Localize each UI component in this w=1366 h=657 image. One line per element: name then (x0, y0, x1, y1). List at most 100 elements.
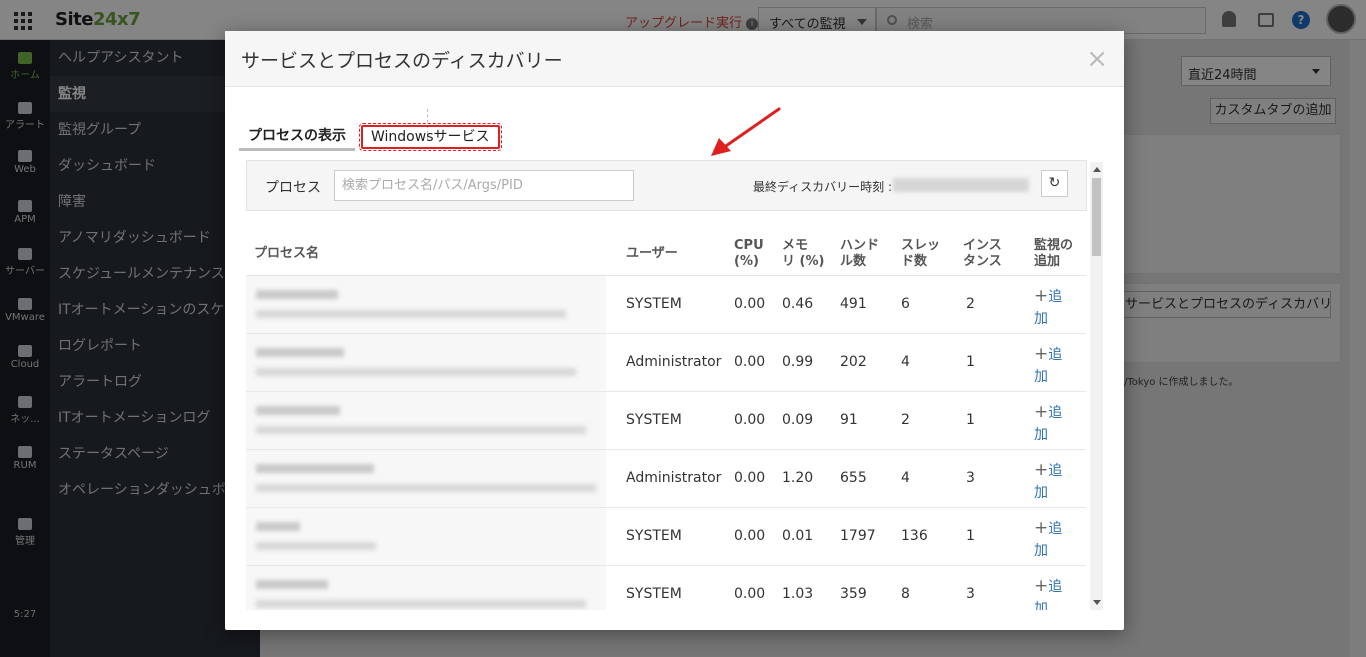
cell-cpu: 0.00 (734, 354, 766, 370)
add-label: 加 (1034, 427, 1048, 443)
process-name-cell (246, 508, 606, 565)
tab-process-view[interactable]: プロセスの表示 (239, 125, 355, 151)
table-row: SYSTEM 0.00 1.03 359 8 3 +追加 (246, 566, 1086, 610)
process-filter-bar: プロセス 最終ディスカバリー時刻 : ↻ (246, 160, 1087, 211)
col-handles[interactable]: ハンド ル数 (840, 238, 879, 270)
table-scrollbar[interactable] (1090, 162, 1103, 610)
cell-mem: 1.20 (782, 470, 814, 486)
redacted-process-path (256, 310, 566, 318)
redacted-process-name (256, 406, 340, 415)
cell-user: SYSTEM (626, 412, 682, 428)
add-monitor-link[interactable]: +追加 (1034, 575, 1062, 610)
cell-handles: 202 (840, 354, 867, 370)
cell-handles: 91 (840, 412, 858, 428)
redacted-process-name (256, 522, 300, 531)
cell-threads: 2 (901, 412, 910, 428)
add-label: 加 (1034, 601, 1048, 610)
cell-threads: 136 (901, 528, 928, 544)
add-label: 追 (1048, 463, 1063, 479)
redacted-process-path (256, 484, 596, 492)
add-label: 追 (1048, 405, 1063, 421)
process-name-cell (246, 450, 606, 507)
cell-instances: 2 (966, 296, 975, 312)
process-table: プロセス名 ユーザー CPU (%) メモリ (%) ハンド ル数 スレッ ド数 イン… (246, 230, 1086, 610)
scroll-thumb[interactable] (1092, 178, 1101, 256)
add-monitor-link[interactable]: +追加 (1034, 517, 1062, 562)
table-row: SYSTEM 0.00 0.09 91 2 1 +追加 (246, 392, 1086, 450)
redacted-process-name (256, 290, 338, 299)
close-icon[interactable]: × (1086, 45, 1108, 73)
modal-title: サービスとプロセスのディスカバリー (241, 50, 563, 72)
add-label: 追 (1048, 289, 1063, 305)
col-memory[interactable]: メモリ (%) (782, 238, 824, 270)
cell-handles: 359 (840, 586, 867, 602)
add-label: 追 (1048, 521, 1063, 537)
redacted-process-path (256, 600, 586, 608)
add-label: 加 (1034, 311, 1048, 327)
add-label: 追 (1048, 579, 1063, 595)
last-discovery-value (893, 178, 1029, 192)
cell-user: Administrator (626, 354, 722, 370)
cell-instances: 3 (966, 470, 975, 486)
add-monitor-link[interactable]: +追加 (1034, 285, 1062, 330)
add-monitor-link[interactable]: +追加 (1034, 343, 1062, 388)
cell-instances: 1 (966, 354, 975, 370)
discovery-modal: サービスとプロセスのディスカバリー × プロセスの表示 Windowsサービス … (225, 31, 1124, 630)
process-name-cell (246, 334, 606, 391)
cell-threads: 4 (901, 470, 910, 486)
cell-user: Administrator (626, 470, 722, 486)
cell-cpu: 0.00 (734, 412, 766, 428)
cell-cpu: 0.00 (734, 470, 766, 486)
add-label: 加 (1034, 543, 1048, 559)
cell-threads: 4 (901, 354, 910, 370)
add-label: 加 (1034, 485, 1048, 501)
tab-windows-services[interactable]: Windowsサービス (359, 123, 502, 151)
plus-icon: + (1034, 402, 1049, 422)
redacted-process-name (256, 348, 344, 357)
modal-header: サービスとプロセスのディスカバリー × (225, 31, 1124, 87)
table-row: SYSTEM 0.00 0.01 1797 136 1 +追加 (246, 508, 1086, 566)
col-threads[interactable]: スレッ ド数 (901, 238, 940, 270)
cell-instances: 1 (966, 412, 975, 428)
col-user[interactable]: ユーザー (626, 246, 678, 262)
plus-icon: + (1034, 576, 1049, 596)
table-row: Administrator 0.00 1.20 655 4 3 +追加 (246, 450, 1086, 508)
cell-instances: 3 (966, 586, 975, 602)
scroll-down-icon[interactable] (1093, 600, 1101, 605)
refresh-icon[interactable]: ↻ (1041, 170, 1068, 197)
redacted-process-path (256, 368, 576, 376)
scroll-up-icon[interactable] (1093, 167, 1101, 172)
redacted-process-path (256, 426, 586, 434)
add-monitor-link[interactable]: +追加 (1034, 459, 1062, 504)
cell-instances: 1 (966, 528, 975, 544)
table-row: Administrator 0.00 0.99 202 4 1 +追加 (246, 334, 1086, 392)
cell-handles: 655 (840, 470, 867, 486)
filter-label: プロセス (265, 180, 321, 196)
process-name-cell (246, 566, 606, 610)
cell-user: SYSTEM (626, 296, 682, 312)
cell-mem: 0.09 (782, 412, 814, 428)
cell-handles: 1797 (840, 528, 876, 544)
add-label: 加 (1034, 369, 1048, 385)
plus-icon: + (1034, 460, 1049, 480)
process-search-input[interactable] (334, 170, 634, 201)
table-header: プロセス名 ユーザー CPU (%) メモリ (%) ハンド ル数 スレッ ド数 イン… (246, 230, 1086, 276)
col-instances[interactable]: インス タンス (963, 238, 1002, 270)
process-name-cell (246, 392, 606, 449)
cell-threads: 8 (901, 586, 910, 602)
process-name-cell (246, 276, 606, 333)
cell-mem: 0.46 (782, 296, 814, 312)
col-cpu[interactable]: CPU (%) (734, 238, 764, 270)
annotation-arrow-icon (711, 107, 781, 156)
cell-cpu: 0.00 (734, 528, 766, 544)
redacted-process-name (256, 580, 328, 589)
redacted-process-path (256, 542, 376, 550)
plus-icon: + (1034, 286, 1049, 306)
plus-icon: + (1034, 344, 1049, 364)
col-process-name[interactable]: プロセス名 (254, 246, 319, 262)
table-row: SYSTEM 0.00 0.46 491 6 2 +追加 (246, 276, 1086, 334)
add-label: 追 (1048, 347, 1063, 363)
col-add-monitor: 監視の 追加 (1034, 238, 1074, 269)
last-discovery-label: 最終ディスカバリー時刻 : (753, 180, 893, 194)
add-monitor-link[interactable]: +追加 (1034, 401, 1062, 446)
